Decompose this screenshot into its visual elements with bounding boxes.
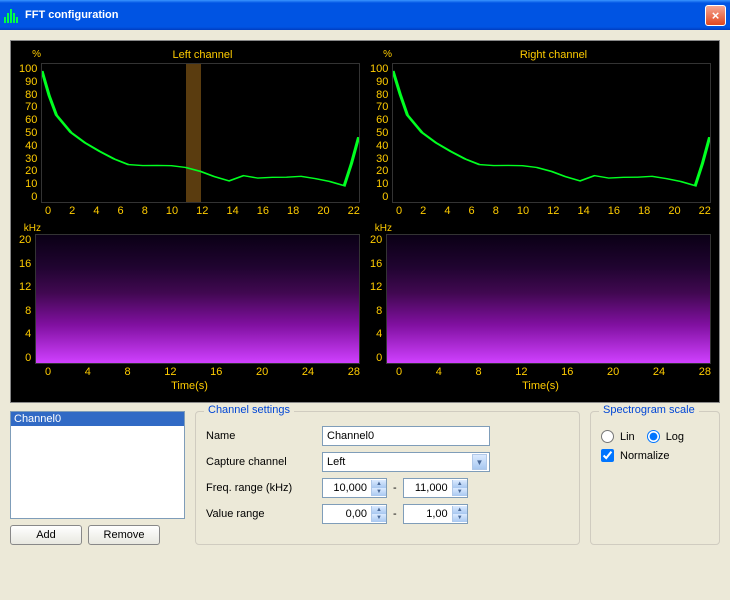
- left-spectrum-chart: %Left channel 1009080706050403020100 024…: [19, 49, 360, 217]
- spin-down-icon[interactable]: ▼: [452, 488, 467, 496]
- window-title: FFT configuration: [25, 9, 118, 21]
- right-spectrogram: kHz 201612840 0481216202428 Time(s): [370, 223, 711, 394]
- app-icon: [4, 7, 20, 23]
- list-item[interactable]: Channel0: [11, 412, 184, 426]
- normalize-checkbox[interactable]: Normalize: [601, 449, 709, 462]
- spin-up-icon[interactable]: ▲: [371, 480, 386, 488]
- chevron-down-icon: ▼: [472, 454, 487, 470]
- spin-up-icon[interactable]: ▲: [452, 480, 467, 488]
- value-max-spinner[interactable]: ▲▼: [403, 504, 468, 524]
- right-spectrum-plot[interactable]: [392, 63, 711, 203]
- remove-button[interactable]: Remove: [88, 525, 160, 545]
- spin-up-icon[interactable]: ▲: [452, 506, 467, 514]
- spin-up-icon[interactable]: ▲: [371, 506, 386, 514]
- log-radio[interactable]: Log: [647, 430, 684, 443]
- spin-down-icon[interactable]: ▼: [371, 488, 386, 496]
- left-spectro-plot[interactable]: [35, 234, 360, 364]
- capture-channel-select[interactable]: Left ▼: [322, 452, 490, 472]
- spin-down-icon[interactable]: ▼: [371, 514, 386, 522]
- lin-radio[interactable]: Lin: [601, 430, 635, 443]
- freq-max-spinner[interactable]: ▲▼: [403, 478, 468, 498]
- value-min-spinner[interactable]: ▲▼: [322, 504, 387, 524]
- name-input[interactable]: [322, 426, 490, 446]
- channel-listbox[interactable]: Channel0: [10, 411, 185, 519]
- channel-settings-group: Channel settings Name Capture channel Le…: [195, 411, 580, 545]
- left-spectrum-plot[interactable]: [41, 63, 360, 203]
- left-spectrogram: kHz 201612840 0481216202428 Time(s): [19, 223, 360, 394]
- spin-down-icon[interactable]: ▼: [452, 514, 467, 522]
- close-button[interactable]: ×: [705, 5, 726, 26]
- spectrogram-scale-group: Spectrogram scale Lin Log Normalize: [590, 411, 720, 545]
- add-button[interactable]: Add: [10, 525, 82, 545]
- freq-min-spinner[interactable]: ▲▼: [322, 478, 387, 498]
- right-spectro-plot[interactable]: [386, 234, 711, 364]
- charts-panel: %Left channel 1009080706050403020100 024…: [10, 40, 720, 403]
- right-spectrum-chart: %Right channel 1009080706050403020100 02…: [370, 49, 711, 217]
- titlebar: FFT configuration ×: [0, 0, 730, 30]
